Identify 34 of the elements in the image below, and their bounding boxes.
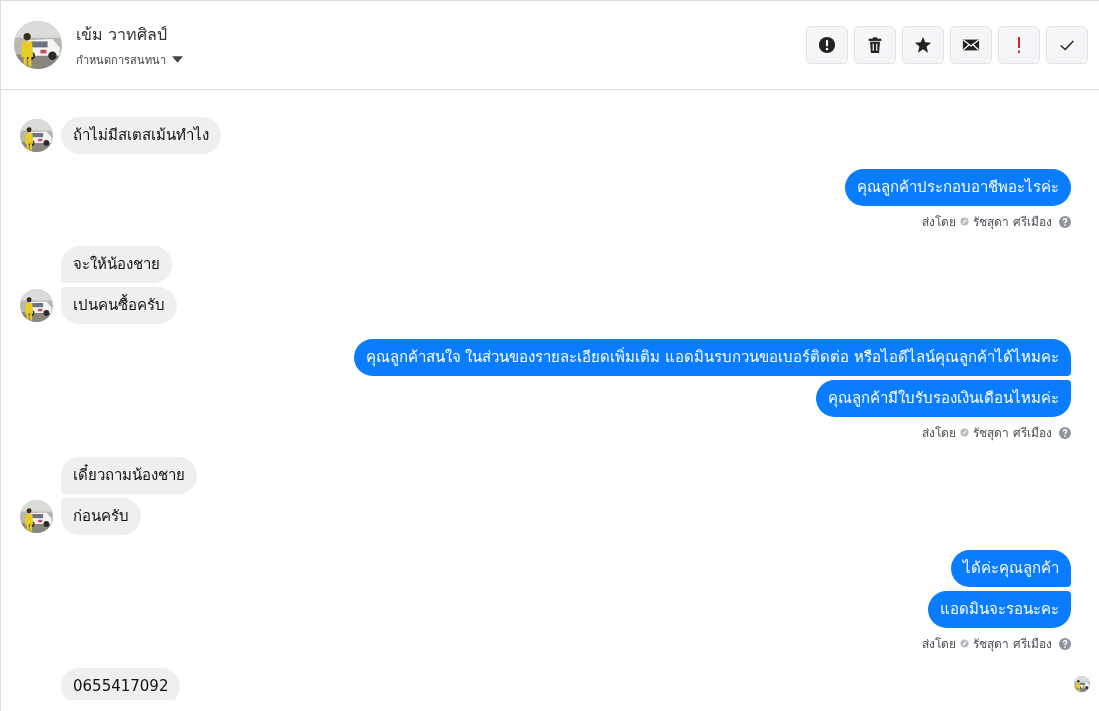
exclamation-icon: [1017, 37, 1021, 53]
message-bubble: จะให้น้องชาย: [61, 246, 172, 283]
agent-icon: [960, 217, 970, 226]
message-bubble: เปนคนซื้อครับ: [61, 287, 177, 324]
help-icon[interactable]: [1059, 426, 1071, 439]
delete-button[interactable]: [854, 26, 896, 64]
message-bubble: 0655417092: [61, 668, 181, 700]
sent-by-label: ส่งโดย: [922, 636, 957, 653]
mail-button[interactable]: [950, 26, 992, 64]
message-bubble: เดี๋ยวถามน้องชาย: [61, 457, 197, 494]
conversation-menu[interactable]: กำหนดการสนทนา: [76, 50, 183, 69]
caret-icon: [172, 56, 183, 63]
alert-icon: [818, 36, 836, 54]
agent-name: รัชสุดา ศรีเมือง: [973, 636, 1052, 653]
star-icon: [914, 36, 932, 54]
sent-by-label: ส่งโดย: [922, 425, 957, 442]
message-bubble: ถ้าไม่มีสเตสเม้นทำไง: [61, 117, 221, 154]
message-bubble: คุณลูกค้ามีใบรับรองเงินเดือนไหมค่ะ: [816, 380, 1071, 417]
agent-icon: [960, 639, 970, 648]
message-bubble: แอดมินจะรอนะคะ: [928, 591, 1071, 628]
message-bubble: ได้ค่ะคุณลูกค้า: [951, 550, 1071, 587]
message-bubble: คุณลูกค้าสนใจ ในส่วนของรายละเอียดเพิ่มเติม แอดมินรบกวนขอเบอร์ติดต่อ หรือไอดีไลน์คุณลูกค้าได้ไหมคะ: [353, 339, 1071, 376]
agent-icon: [960, 428, 970, 437]
sent-by-label: ส่งโดย: [922, 214, 957, 231]
message-bubble: คุณลูกค้าประกอบอาชีพอะไรค่ะ: [845, 169, 1071, 206]
help-icon[interactable]: [1059, 215, 1071, 228]
message-bubble: ก่อนครับ: [61, 498, 141, 535]
star-button[interactable]: [902, 26, 944, 64]
trash-icon: [866, 36, 884, 54]
contact-name: เข้ม วาทศิลป์: [76, 23, 169, 46]
alert-button[interactable]: [806, 26, 848, 64]
help-icon[interactable]: [1059, 637, 1071, 650]
agent-name: รัชสุดา ศรีเมือง: [973, 214, 1052, 231]
agent-name: รัชสุดา ศรีเมือง: [973, 425, 1052, 442]
